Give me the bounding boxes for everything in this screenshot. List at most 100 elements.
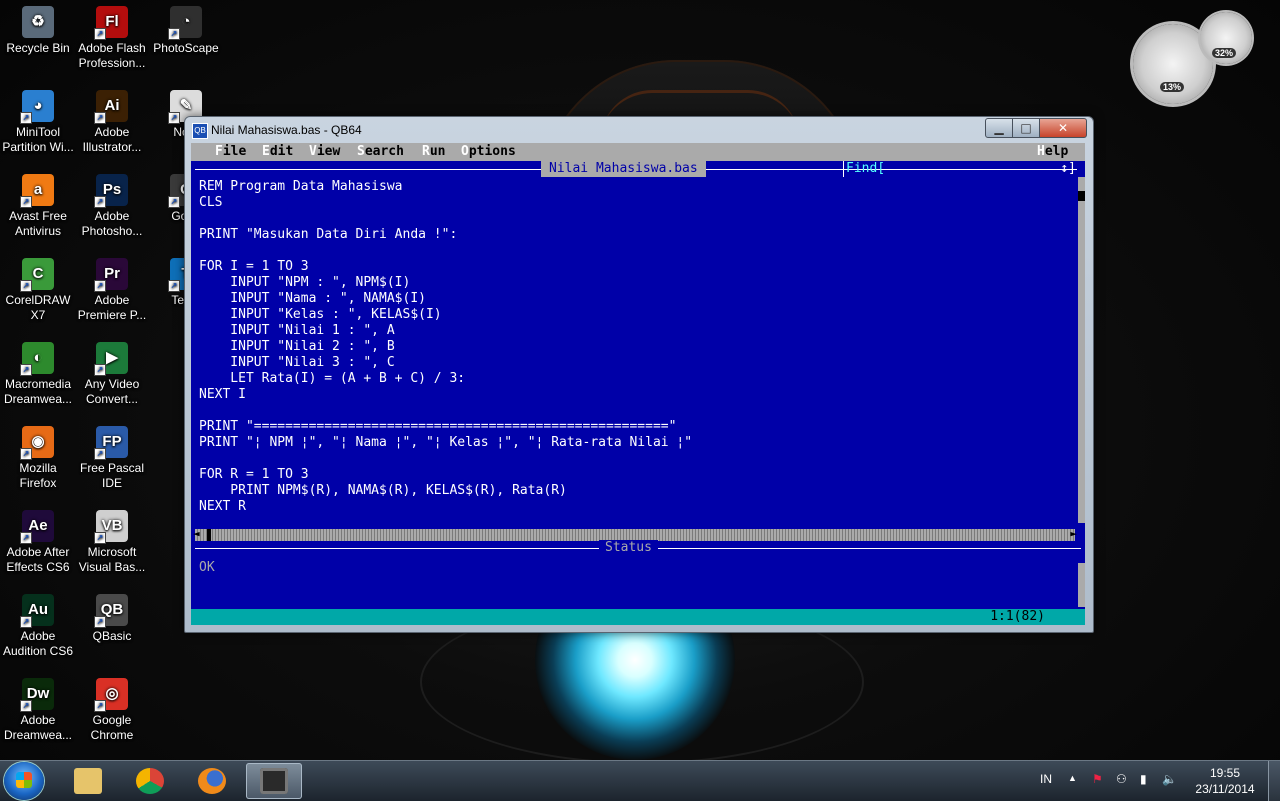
taskbar-clock[interactable]: 19:55 23/11/2014	[1190, 765, 1260, 797]
desktop-icon[interactable]: Ai ↗ Adobe Illustrator...	[74, 90, 150, 155]
shortcut-arrow-icon: ↗	[94, 196, 106, 208]
desktop-icon[interactable]: ◕ ↗ MiniTool Partition Wi...	[0, 90, 76, 155]
code-line: PRINT "¦ NPM ¦", "¦ Nama ¦", "¦ Kelas ¦"…	[199, 435, 693, 450]
audition-icon: Au ↗	[20, 594, 54, 628]
code-line: LET Rata(I) = (A + B + C) / 3:	[199, 371, 466, 386]
editor-vertical-scrollbar[interactable]	[1078, 177, 1085, 523]
shortcut-arrow-icon: ↗	[94, 28, 106, 40]
qb64-window: QB Nilai Mahasiswa.bas - QB64 ▁ □ ✕ File…	[184, 116, 1094, 633]
desktop-icon-label: Microsoft Visual Bas...	[78, 545, 146, 574]
shortcut-arrow-icon: ↗	[168, 112, 180, 124]
menu-edit[interactable]: Edit	[262, 144, 293, 159]
visual-basic-icon: VB ↗	[94, 510, 128, 544]
desktop-icon[interactable]: VB ↗ Microsoft Visual Bas...	[74, 510, 150, 575]
qb64-client-area: File Edit View Search Run Options Help N…	[191, 143, 1085, 625]
shortcut-arrow-icon: ↗	[94, 532, 106, 544]
menu-search[interactable]: Search	[357, 144, 404, 159]
desktop-icon[interactable]: a ↗ Avast Free Antivirus	[0, 174, 76, 239]
menu-options[interactable]: Options	[461, 144, 516, 159]
minitool-icon: ◕ ↗	[20, 90, 54, 124]
desktop-icon-label: Adobe Dreamwea...	[3, 713, 73, 742]
memory-gauge-gadget[interactable]: 32%	[1200, 12, 1252, 64]
desktop-icon[interactable]: FP ↗ Free Pascal IDE	[74, 426, 150, 491]
shortcut-arrow-icon: ↗	[20, 196, 32, 208]
window-title: Nilai Mahasiswa.bas - QB64	[211, 123, 362, 137]
desktop-icon[interactable]: Au ↗ Adobe Audition CS6	[0, 594, 76, 659]
desktop-icon[interactable]: ♻ Recycle Bin	[0, 6, 76, 56]
menu-run-hotkey: R	[422, 144, 430, 159]
code-line: INPUT "Nilai 2 : ", B	[199, 339, 395, 354]
network-signal-icon[interactable]: ▮	[1140, 772, 1147, 786]
desktop-icon[interactable]: C ↗ CorelDRAW X7	[0, 258, 76, 323]
shortcut-arrow-icon: ↗	[20, 112, 32, 124]
menu-help[interactable]: Help	[1037, 144, 1068, 159]
desktop-icon[interactable]: Pr ↗ Adobe Premiere P...	[74, 258, 150, 323]
desktop-icon[interactable]: Ae ↗ Adobe After Effects CS6	[0, 510, 76, 575]
code-line: PRINT "Masukan Data Diri Anda !":	[199, 227, 458, 242]
menu-bar: File Edit View Search Run Options Help	[191, 143, 1085, 161]
menu-view[interactable]: View	[309, 144, 340, 159]
start-button[interactable]	[4, 762, 44, 800]
desktop-icon-label: Adobe Flash Profession...	[78, 41, 146, 70]
video-converter-icon: ▶ ↗	[94, 342, 128, 376]
shortcut-arrow-icon: ↗	[20, 364, 32, 376]
menu-run[interactable]: Run	[422, 144, 445, 159]
taskbar-firefox[interactable]	[184, 763, 240, 799]
find-field[interactable]: Find[ ↕]	[843, 161, 1082, 177]
menu-file-hotkey: F	[215, 144, 223, 159]
volume-icon[interactable]: 🔈	[1162, 772, 1177, 786]
flash-icon: Fl ↗	[94, 6, 128, 40]
menu-file[interactable]: File	[215, 144, 246, 159]
desktop-icon-label: Google Chrome	[90, 713, 134, 742]
desktop-icon[interactable]: Fl ↗ Adobe Flash Profession...	[74, 6, 150, 71]
desktop-icon-label: Avast Free Antivirus	[9, 209, 67, 238]
show-hidden-icons-icon[interactable]: ▲	[1068, 773, 1077, 783]
desktop-icon-label: Adobe Audition CS6	[2, 629, 74, 658]
qbasic-icon: QB ↗	[94, 594, 128, 628]
desktop-icon[interactable]: QB ↗ QBasic	[74, 594, 150, 644]
show-desktop-button[interactable]	[1268, 761, 1280, 801]
desktop-icon[interactable]: ◉ ↗ Mozilla Firefox	[0, 426, 76, 491]
status-vertical-scrollbar[interactable]	[1078, 563, 1085, 607]
desktop-icon[interactable]: ◐ ↗ Macromedia Dreamwea...	[0, 342, 76, 407]
close-button[interactable]: ✕	[1039, 118, 1087, 138]
editor-horizontal-scroll-thumb[interactable]	[207, 529, 211, 541]
code-line: INPUT "Nama : ", NAMA$(I)	[199, 291, 426, 306]
desktop-icon-label: Recycle Bin	[6, 41, 70, 55]
find-history-arrows[interactable]: ↕]	[1060, 161, 1076, 177]
menu-view-hotkey: V	[309, 144, 317, 159]
minimize-button[interactable]: ▁	[985, 118, 1013, 138]
folder-icon	[74, 768, 102, 794]
shortcut-arrow-icon: ↗	[20, 448, 32, 460]
scroll-left-arrow-icon[interactable]: ◄	[193, 527, 200, 540]
menu-edit-hotkey: E	[262, 144, 270, 159]
desktop-icon[interactable]: ◔ ↗ PhotoScape	[148, 6, 224, 56]
desktop-icon[interactable]: ◎ ↗ Google Chrome	[74, 678, 150, 743]
qb64-app-icon[interactable]: QB	[192, 123, 208, 139]
editor-vertical-scroll-thumb[interactable]	[1078, 191, 1085, 201]
language-indicator[interactable]: IN	[1040, 772, 1052, 786]
shortcut-arrow-icon: ↗	[94, 364, 106, 376]
code-editor[interactable]: REM Program Data Mahasiswa CLS PRINT "Mas…	[199, 179, 1069, 515]
taskbar-chrome[interactable]	[122, 763, 178, 799]
code-line: INPUT "Kelas : ", KELAS$(I)	[199, 307, 442, 322]
code-line: REM Program Data Mahasiswa	[199, 179, 403, 194]
desktop-icon[interactable]: Dw ↗ Adobe Dreamwea...	[0, 678, 76, 743]
menu-help-label: elp	[1044, 144, 1069, 159]
scroll-right-arrow-icon[interactable]: ►	[1070, 527, 1077, 540]
after-effects-icon: Ae ↗	[20, 510, 54, 544]
editor-file-title: Nilai Mahasiswa.bas	[541, 161, 706, 177]
illustrator-icon: Ai ↗	[94, 90, 128, 124]
desktop-icon[interactable]: Ps ↗ Adobe Photosho...	[74, 174, 150, 239]
memory-percent: 32%	[1212, 48, 1237, 58]
desktop-icon[interactable]: ▶ ↗ Any Video Convert...	[74, 342, 150, 407]
dreamweaver-icon: Dw ↗	[20, 678, 54, 712]
action-center-flag-icon[interactable]: ⚑	[1092, 772, 1103, 786]
maximize-button[interactable]: □	[1012, 118, 1040, 138]
desktop-icon-label: CorelDRAW X7	[5, 293, 71, 322]
windows-logo-icon	[16, 772, 32, 788]
taskbar-explorer[interactable]	[60, 763, 116, 799]
taskbar-qb64[interactable]	[246, 763, 302, 799]
usb-icon[interactable]: ⚇	[1116, 772, 1127, 786]
